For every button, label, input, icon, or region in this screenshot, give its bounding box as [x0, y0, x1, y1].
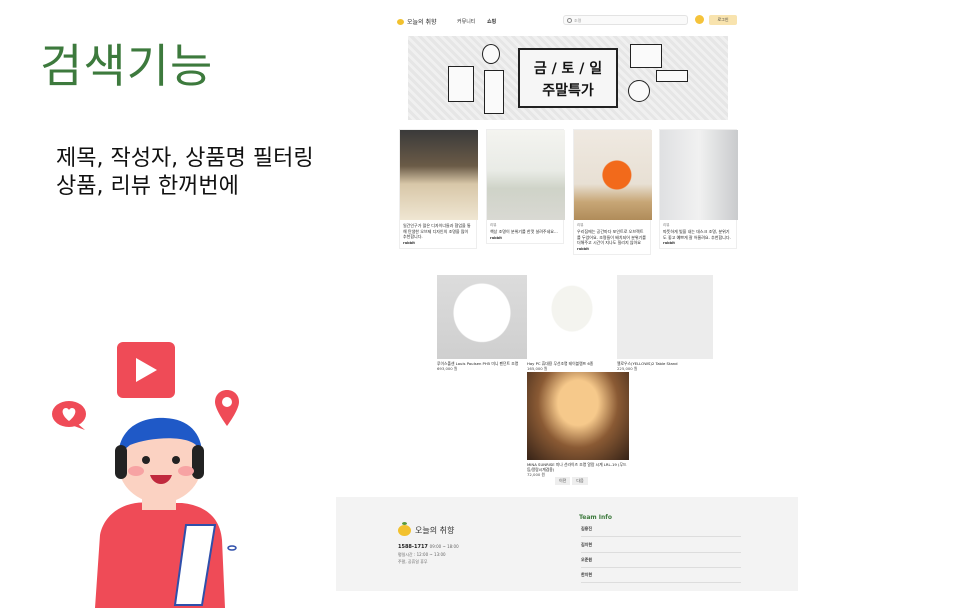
banner-headline: 금 / 토 / 일 주말특가: [518, 48, 618, 108]
card-text: 우리집에는 공간마다 포인트로 오브젝트를 두었어요. 조명들이 배치되어 분위…: [577, 229, 646, 245]
robot-illustration: [482, 44, 500, 64]
card-photo: [660, 130, 738, 220]
review-card[interactable]: 리뷰 우리집에는 공간마다 포인트로 오브젝트를 두었어요. 조명들이 배치되어…: [573, 129, 652, 255]
search-input[interactable]: 조명: [563, 15, 688, 25]
card-photo: [487, 130, 565, 220]
banner-line-2: 주말특가: [542, 83, 594, 99]
team-member: 한지현: [581, 572, 741, 583]
footer-hours: 평일시간 : 12:00 ~ 13:00: [398, 552, 446, 557]
product-image: [527, 372, 629, 460]
fan-illustration: [628, 80, 650, 102]
card-text: 일간인구가 많은 디자이너들과 협업을 통해 탄생한 오브제 디자인의 조명을 …: [403, 223, 471, 239]
fridge-illustration: [484, 70, 504, 114]
login-button[interactable]: 로그인: [709, 15, 737, 25]
card-category: 리뷰: [577, 223, 584, 227]
desc-line-2: 상품, 리뷰 한꺼번에: [56, 174, 239, 199]
card-photo: [400, 130, 478, 220]
person-illustration: [95, 417, 237, 608]
footer-phone: 1588-1717 09:00 ~ 18:00: [398, 544, 459, 550]
team-member: 김용진: [581, 526, 741, 537]
play-icon: [117, 342, 175, 398]
footer-logo-text: 오늘의 취향: [415, 526, 455, 535]
site-footer: 오늘의 취향 1588-1717 09:00 ~ 18:00 평일시간 : 12…: [336, 497, 798, 591]
slide: 검색기능 제목, 작성자, 상품명 필터링 상품, 리뷰 한꺼번에 오늘의 취향…: [0, 0, 976, 608]
team-member: 김지현: [581, 542, 741, 553]
product-item[interactable]: 엘로우스(YELLOWS)2 Table Stand 225,000 원: [617, 275, 713, 372]
tv-illustration: [630, 44, 662, 68]
product-image: [617, 275, 713, 359]
nav-community[interactable]: 커뮤니티: [457, 18, 475, 25]
team-info-title: Team Info: [579, 514, 612, 521]
pagination: 이전 다음: [555, 477, 588, 485]
search-icon: [567, 18, 572, 23]
product-image: [437, 275, 527, 359]
card-user: rabbit: [403, 240, 415, 245]
card-category: 리뷰: [663, 223, 670, 227]
card-user: rabbit: [577, 246, 589, 251]
team-member: 오준원: [581, 557, 741, 568]
product-item[interactable]: Hay PC 휴대용 무선조명 테이블램프 6종 165,000 원: [527, 275, 617, 372]
product-price: 225,000 원: [617, 366, 638, 371]
product-item[interactable]: 루이스폴센 Louis Poulsen PH5 미니 펜던트 조명 693,00…: [437, 275, 527, 372]
review-card[interactable]: 리뷰 따뜻하게 빛을 내는 데스크 조명, 분위기도 좋고 예쁘게 잘 어울려요…: [659, 129, 738, 249]
smile-icon[interactable]: [695, 15, 704, 24]
search-value: 조명: [574, 18, 582, 23]
review-card[interactable]: 일간인구가 많은 디자이너들과 협업을 통해 탄생한 오브제 디자인의 조명을 …: [399, 129, 478, 249]
washer-illustration: [448, 66, 474, 102]
card-photo: [574, 130, 652, 220]
site-logo-text: 오늘의 취향: [407, 19, 437, 26]
card-text: 책상 조명이 분위기를 한껏 살려주네요...: [490, 229, 558, 234]
card-text: 따뜻하게 빛을 내는 데스크 조명, 분위기도 좋고 예쁘게 잘 어울려요. 추…: [663, 229, 731, 240]
phone-hours: 09:00 ~ 18:00: [429, 544, 459, 549]
promo-banner[interactable]: 금 / 토 / 일 주말특가: [408, 36, 728, 120]
review-card[interactable]: 리뷰 책상 조명이 분위기를 한껏 살려주네요... rabbit: [486, 129, 565, 244]
product-price: 693,000 원: [437, 366, 458, 371]
desc-line-1: 제목, 작성자, 상품명 필터링: [56, 146, 314, 171]
card-user: rabbit: [490, 235, 502, 240]
card-user: rabbit: [663, 241, 675, 245]
mock-header: 오늘의 취향 커뮤니티 쇼핑 조명 로그인: [393, 12, 743, 32]
site-logo[interactable]: 오늘의 취향: [397, 17, 437, 26]
slide-title: 검색기능: [40, 39, 214, 93]
aircon-illustration: [656, 70, 688, 82]
footer-note: 주말, 공휴일 휴무: [398, 559, 428, 564]
prev-button[interactable]: 이전: [555, 477, 571, 485]
product-name: MINA SUNRISE 미나 선라이즈 조명 알람 시계 LRL-19 (무드…: [527, 462, 627, 472]
lemon-icon: [397, 18, 404, 25]
slide-description: 제목, 작성자, 상품명 필터링 상품, 리뷰 한꺼번에: [56, 145, 314, 201]
product-item[interactable]: MINA SUNRISE 미나 선라이즈 조명 알람 시계 LRL-19 (무드…: [527, 372, 629, 478]
product-image: [527, 275, 617, 359]
lemon-icon: [398, 522, 411, 536]
nav-shop[interactable]: 쇼핑: [487, 18, 496, 25]
heart-icon: [52, 401, 86, 430]
footer-logo[interactable]: 오늘의 취향: [398, 522, 455, 536]
banner-line-1: 금 / 토 / 일: [533, 61, 603, 77]
phone-number: 1588-1717: [398, 544, 428, 550]
card-category: 리뷰: [490, 223, 497, 227]
next-button[interactable]: 다음: [572, 477, 588, 485]
